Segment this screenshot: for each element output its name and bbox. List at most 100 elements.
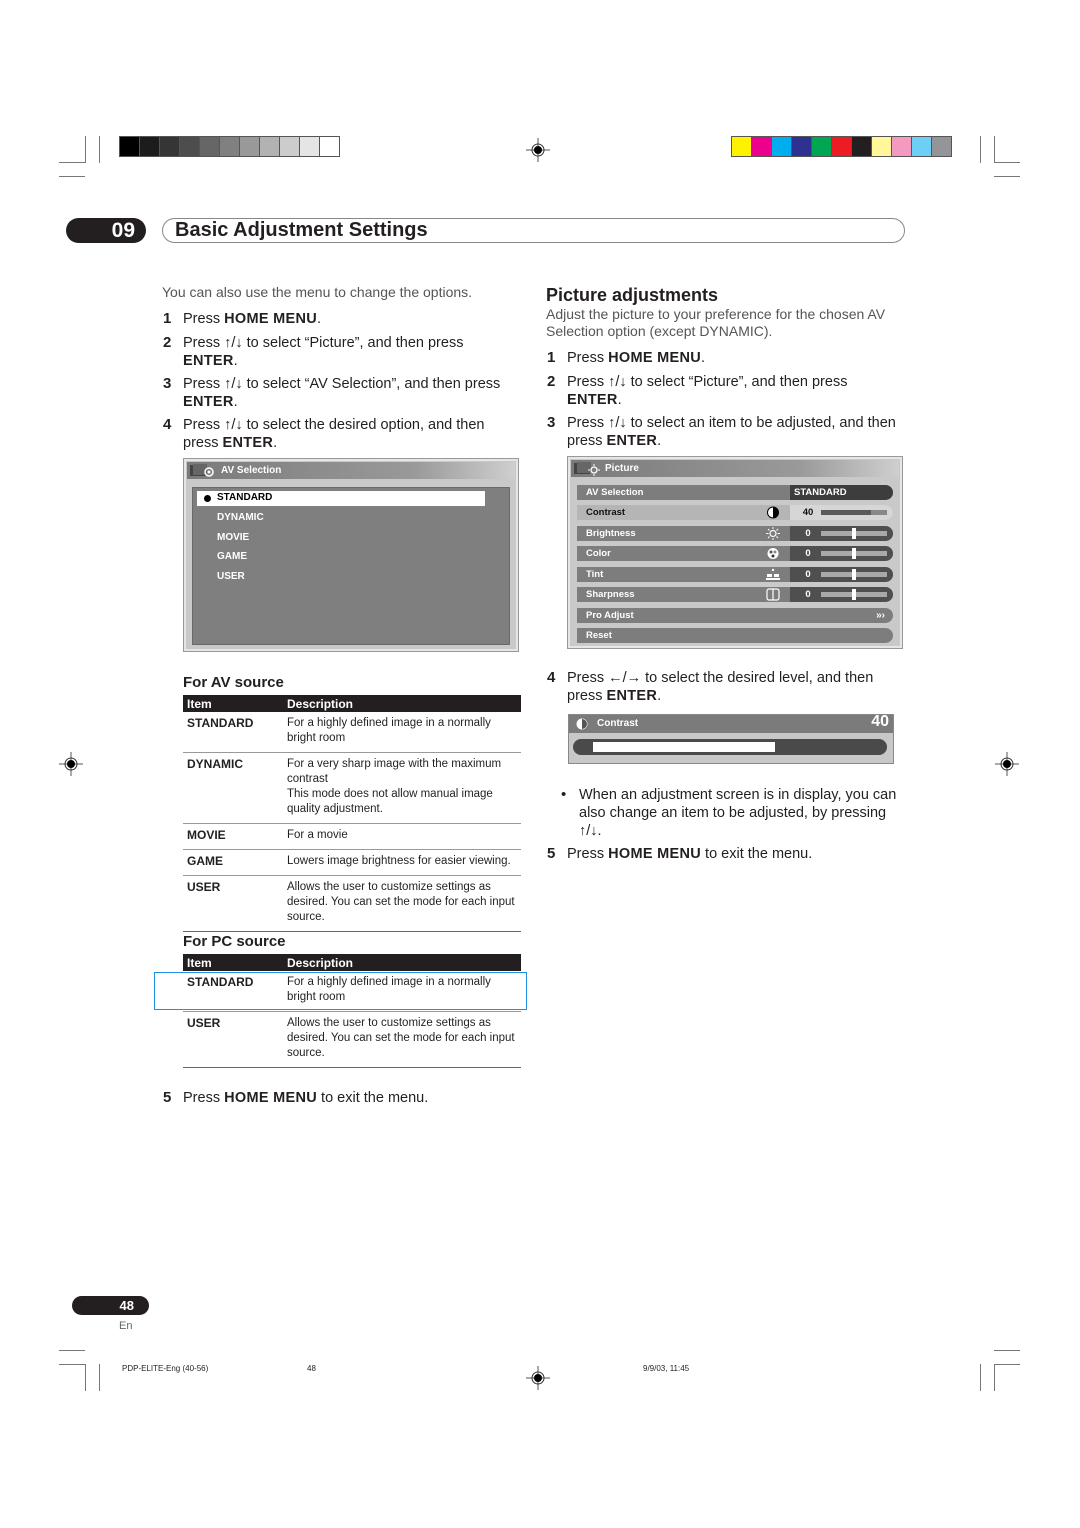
step-number: 1 (163, 310, 172, 327)
level-slider[interactable] (821, 589, 887, 600)
color-swatch (240, 137, 259, 156)
step-number: 1 (547, 349, 556, 366)
color-swatch (180, 137, 199, 156)
table-header: Item Description (183, 695, 521, 712)
table-row: DYNAMIC For a very sharp image with the m… (183, 752, 521, 824)
picture-osd: Picture AV Selection STANDARD Contrast 40… (567, 456, 903, 649)
level-slider[interactable] (821, 568, 887, 580)
key-enter: ENTER (183, 394, 234, 410)
level-slider[interactable] (821, 548, 887, 559)
level-slider[interactable] (573, 739, 887, 755)
table-row: USER Allows the user to customize setting… (183, 875, 521, 932)
grayscale-calibration-bar (119, 136, 340, 157)
color-swatch (872, 137, 891, 156)
key-home-menu: HOME MENU (608, 350, 702, 366)
step-number: 5 (547, 845, 556, 862)
color-swatch (732, 137, 751, 156)
key-home-menu: HOME MENU (224, 311, 318, 327)
osd-title: AV Selection (221, 465, 282, 476)
right-intro: Adjust the picture to your preference fo… (546, 306, 886, 339)
osd-title-bar: AV Selection (187, 462, 515, 479)
color-swatch (260, 137, 279, 156)
sharpness-icon (766, 588, 780, 601)
slider-fill (821, 510, 871, 515)
key-home-menu: HOME MENU (608, 846, 702, 862)
pc-source-heading: For PC source (183, 933, 286, 950)
av-option[interactable]: DYNAMIC (217, 512, 264, 523)
right-step-4: 4 Press ←/→ to select the desired level,… (547, 669, 874, 704)
left-step-5: 5 Press HOME MENU to exit the menu. (163, 1089, 429, 1106)
registration-mark-icon (59, 752, 83, 776)
menu-item-reset[interactable]: Reset (577, 628, 893, 643)
menu-item-pro-adjust[interactable]: Pro Adjust »› (577, 608, 893, 623)
key-home-menu: HOME MENU (224, 1090, 318, 1106)
av-source-table: Item Description STANDARD For a highly de… (183, 695, 521, 932)
menu-item-av-selection[interactable]: AV Selection STANDARD (577, 485, 893, 500)
key-enter: ENTER (606, 688, 658, 704)
step-number: 4 (163, 416, 172, 433)
footer-datetime: 9/9/03, 11:45 (643, 1364, 690, 1373)
av-option[interactable]: USER (217, 571, 245, 582)
color-swatch (280, 137, 299, 156)
left-step-1: 1 Press HOME MENU. (163, 310, 322, 327)
menu-item-brightness[interactable]: Brightness 0 (577, 525, 893, 541)
color-swatch (200, 137, 219, 156)
step-number: 2 (163, 334, 172, 351)
step-number: 5 (163, 1089, 172, 1106)
contrast-level-osd: Contrast 40 (568, 713, 894, 764)
color-swatch (300, 137, 319, 156)
color-swatch (892, 137, 911, 156)
color-swatch (932, 137, 951, 156)
av-option-selected[interactable]: STANDARD (197, 491, 485, 506)
table-row: MOVIE For a movie (183, 823, 521, 850)
menu-item-color[interactable]: Color 0 (577, 546, 893, 561)
step-number: 3 (163, 375, 172, 392)
registration-mark-icon (526, 1366, 550, 1390)
menu-item-contrast[interactable]: Contrast 40 (577, 505, 893, 520)
picture-menu-icon (574, 462, 600, 476)
color-swatch (912, 137, 931, 156)
right-note: • When an adjustment screen is in displa… (561, 786, 897, 839)
menu-item-label: Contrast (586, 507, 626, 518)
slider-knob[interactable] (852, 568, 856, 580)
av-selection-list: STANDARD DYNAMIC MOVIE GAME USER (192, 487, 510, 645)
osd-title-bar: Picture (571, 460, 899, 477)
level-slider-fill (593, 742, 775, 752)
color-swatch (752, 137, 771, 156)
slider-knob[interactable] (852, 548, 856, 559)
av-option[interactable]: GAME (217, 551, 247, 562)
color-swatch (140, 137, 159, 156)
left-intro: You can also use the menu to change the … (162, 284, 473, 300)
submenu-arrow-icon: »› (876, 610, 885, 621)
table-row: GAME Lowers image brightness for easier v… (183, 849, 521, 876)
color-swatch (812, 137, 831, 156)
settings-menu-icon (190, 464, 214, 477)
menu-item-label: Color (586, 548, 611, 559)
color-swatch (772, 137, 791, 156)
slider-knob[interactable] (852, 589, 856, 600)
value-text: 0 (805, 568, 811, 580)
color-icon (766, 547, 780, 560)
selection-highlight-box (154, 972, 527, 1010)
step-number: 4 (547, 669, 556, 686)
av-source-heading: For AV source (183, 674, 284, 691)
av-option[interactable]: MOVIE (217, 532, 249, 543)
slider-knob[interactable] (852, 527, 856, 539)
key-enter: ENTER (222, 435, 274, 451)
level-slider[interactable] (821, 527, 887, 539)
left-step-2: 2 Press ↑/↓ to select “Picture”, and the… (163, 334, 464, 369)
color-swatch (792, 137, 811, 156)
level-slider[interactable] (821, 510, 887, 515)
section-heading: Picture adjustments (546, 285, 719, 305)
osd-title: Picture (605, 463, 639, 474)
right-step-2: 2 Press ↑/↓ to select “Picture”, and the… (547, 373, 848, 408)
step-number: 3 (547, 414, 556, 431)
table-row: STANDARD For a highly defined image in a … (183, 712, 521, 753)
brightness-icon (766, 526, 780, 540)
menu-item-label: Brightness (586, 527, 636, 539)
selected-bullet-icon (204, 495, 211, 502)
tint-icon (766, 568, 780, 581)
chapter-number: 09 (66, 218, 146, 243)
menu-item-tint[interactable]: Tint 0 (577, 566, 893, 582)
menu-item-sharpness[interactable]: Sharpness 0 (577, 587, 893, 602)
